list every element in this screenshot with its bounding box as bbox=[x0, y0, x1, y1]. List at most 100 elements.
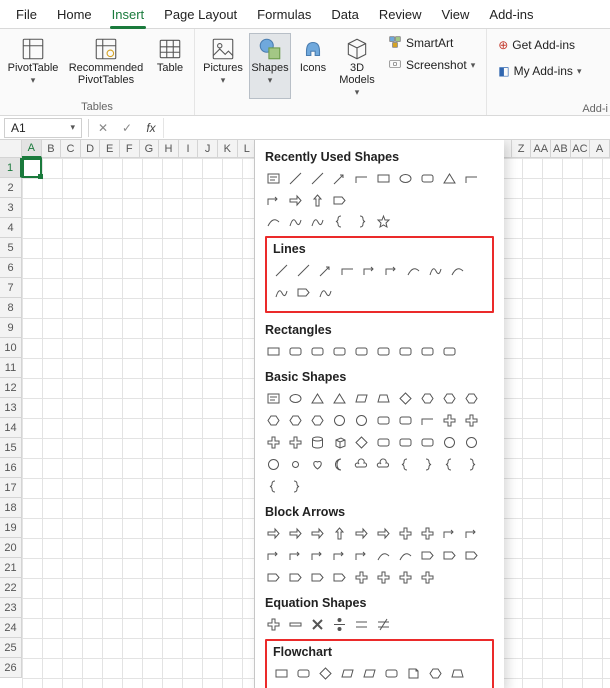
shape-freeform[interactable] bbox=[287, 213, 304, 230]
row-header[interactable]: 13 bbox=[0, 398, 22, 418]
shape-pentarrow[interactable] bbox=[309, 569, 326, 586]
name-box[interactable]: A1 ▾ bbox=[4, 118, 82, 138]
shape-freeform[interactable] bbox=[427, 262, 444, 279]
shape-curve[interactable] bbox=[375, 547, 392, 564]
shape-freeform[interactable] bbox=[317, 284, 334, 301]
shape-lbrace[interactable] bbox=[441, 456, 458, 473]
shape-diamond[interactable] bbox=[353, 434, 370, 451]
shape-rarrow[interactable] bbox=[265, 525, 282, 542]
cancel-formula-button[interactable]: ✕ bbox=[91, 118, 115, 138]
recommended-pivottables-button[interactable]: Recommended PivotTables bbox=[64, 33, 148, 99]
shape-rbrace[interactable] bbox=[353, 213, 370, 230]
shape-elbowarr[interactable] bbox=[331, 547, 348, 564]
get-addins-button[interactable]: ⊕ Get Add-ins bbox=[493, 35, 604, 55]
shape-pentarrow[interactable] bbox=[463, 547, 480, 564]
row-header[interactable]: 9 bbox=[0, 318, 22, 338]
icons-button[interactable]: Icons bbox=[295, 33, 331, 99]
row-header[interactable]: 19 bbox=[0, 518, 22, 538]
shape-heart[interactable] bbox=[309, 456, 326, 473]
shape-textbox[interactable] bbox=[265, 390, 282, 407]
row-header[interactable]: 24 bbox=[0, 618, 22, 638]
row-header[interactable]: 10 bbox=[0, 338, 22, 358]
shape-oval[interactable] bbox=[397, 170, 414, 187]
tab-file[interactable]: File bbox=[6, 3, 47, 28]
shape-rarrow[interactable] bbox=[287, 525, 304, 542]
shape-line[interactable] bbox=[287, 170, 304, 187]
column-header[interactable]: AC bbox=[571, 140, 591, 158]
shape-curve[interactable] bbox=[449, 262, 466, 279]
table-button[interactable]: Table bbox=[152, 33, 188, 99]
tab-review[interactable]: Review bbox=[369, 3, 432, 28]
shape-elbowarr[interactable] bbox=[265, 192, 282, 209]
column-header[interactable]: A bbox=[590, 140, 610, 158]
column-header[interactable]: A bbox=[22, 140, 42, 158]
shape-rarrow[interactable] bbox=[309, 525, 326, 542]
shape-rarrow[interactable] bbox=[375, 525, 392, 542]
shape-parallelogram[interactable] bbox=[339, 665, 356, 682]
shape-cloud[interactable] bbox=[375, 456, 392, 473]
shape-arrow[interactable] bbox=[331, 170, 348, 187]
shape-tri[interactable] bbox=[331, 390, 348, 407]
shape-elbowarr[interactable] bbox=[287, 547, 304, 564]
column-header[interactable]: H bbox=[159, 140, 179, 158]
column-header[interactable]: AB bbox=[551, 140, 571, 158]
shape-plus[interactable] bbox=[353, 569, 370, 586]
shape-curve[interactable] bbox=[265, 213, 282, 230]
shape-plus[interactable] bbox=[265, 434, 282, 451]
shape-plus[interactable] bbox=[419, 569, 436, 586]
row-header[interactable]: 17 bbox=[0, 478, 22, 498]
shape-plus[interactable] bbox=[397, 525, 414, 542]
shape-parallelogram[interactable] bbox=[353, 390, 370, 407]
shape-curve[interactable] bbox=[405, 262, 422, 279]
row-header[interactable]: 8 bbox=[0, 298, 22, 318]
active-cell[interactable] bbox=[22, 158, 42, 178]
column-header[interactable]: K bbox=[218, 140, 238, 158]
row-header[interactable]: 23 bbox=[0, 598, 22, 618]
shape-lbrace[interactable] bbox=[265, 478, 282, 495]
shape-diamond[interactable] bbox=[317, 665, 334, 682]
row-header[interactable]: 6 bbox=[0, 258, 22, 278]
shape-roundrect[interactable] bbox=[375, 343, 392, 360]
row-header[interactable]: 22 bbox=[0, 578, 22, 598]
shape-lbrace[interactable] bbox=[331, 213, 348, 230]
row-header[interactable]: 3 bbox=[0, 198, 22, 218]
shape-minus[interactable] bbox=[287, 616, 304, 633]
insert-function-button[interactable]: fx bbox=[139, 118, 163, 138]
column-header[interactable]: F bbox=[120, 140, 140, 158]
row-header[interactable]: 11 bbox=[0, 358, 22, 378]
tab-formulas[interactable]: Formulas bbox=[247, 3, 321, 28]
shape-elbowarr[interactable] bbox=[265, 547, 282, 564]
shape-hex[interactable] bbox=[419, 390, 436, 407]
shape-hex[interactable] bbox=[287, 412, 304, 429]
3d-models-button[interactable]: 3D Models ▾ bbox=[335, 33, 379, 99]
shape-line[interactable] bbox=[295, 262, 312, 279]
row-header[interactable]: 12 bbox=[0, 378, 22, 398]
shape-rarrow[interactable] bbox=[353, 525, 370, 542]
shape-oval[interactable] bbox=[287, 390, 304, 407]
column-header[interactable]: E bbox=[100, 140, 120, 158]
row-header[interactable]: 7 bbox=[0, 278, 22, 298]
column-header[interactable]: I bbox=[179, 140, 199, 158]
select-all-corner[interactable] bbox=[0, 140, 22, 158]
shape-elbow[interactable] bbox=[463, 170, 480, 187]
column-header[interactable]: C bbox=[61, 140, 81, 158]
shape-roundrect[interactable] bbox=[419, 343, 436, 360]
formula-input[interactable] bbox=[163, 118, 610, 138]
tab-home[interactable]: Home bbox=[47, 3, 102, 28]
shape-elbowarr[interactable] bbox=[383, 262, 400, 279]
shape-doc[interactable] bbox=[405, 665, 422, 682]
shape-roundrect[interactable] bbox=[419, 170, 436, 187]
shape-circle[interactable] bbox=[265, 456, 282, 473]
shape-roundrect[interactable] bbox=[441, 343, 458, 360]
shape-freeform[interactable] bbox=[309, 213, 326, 230]
shape-freeform[interactable] bbox=[273, 284, 290, 301]
shape-plus[interactable] bbox=[397, 569, 414, 586]
shape-div[interactable] bbox=[331, 616, 348, 633]
row-header[interactable]: 4 bbox=[0, 218, 22, 238]
column-header[interactable]: J bbox=[198, 140, 218, 158]
shape-roundrect[interactable] bbox=[375, 412, 392, 429]
shape-rbrace[interactable] bbox=[419, 456, 436, 473]
shape-pentarrow[interactable] bbox=[441, 547, 458, 564]
row-header[interactable]: 5 bbox=[0, 238, 22, 258]
row-header[interactable]: 2 bbox=[0, 178, 22, 198]
